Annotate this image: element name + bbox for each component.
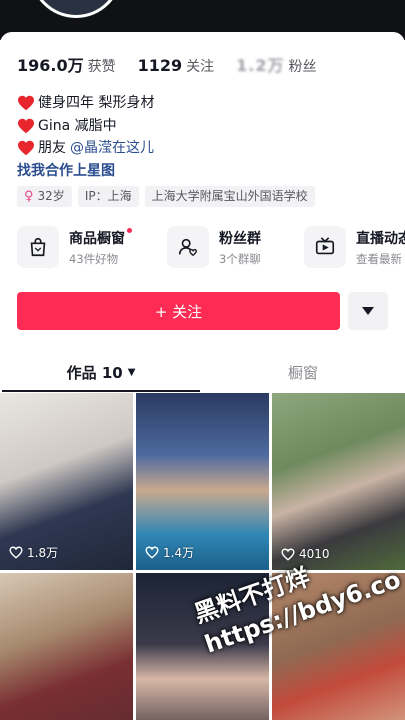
feature-text: 直播动态 查看最新 xyxy=(356,228,405,267)
more-options-button[interactable] xyxy=(348,292,388,330)
profile-tags: ♀ 32岁 IP：上海 上海大学附属宝山外国语学校 xyxy=(17,186,315,207)
feature-title: 直播动态 xyxy=(356,230,405,247)
age-tag: ♀ 32岁 xyxy=(17,186,72,207)
heart-icon xyxy=(18,118,34,134)
feature-row: 商品橱窗 43件好物 粉丝群 3个群聊 直播动态 查看最新 xyxy=(17,226,405,274)
feature-text: 商品橱窗 43件好物 xyxy=(69,227,132,267)
tab-shop-window[interactable]: 橱窗 xyxy=(202,352,404,392)
tab-works[interactable]: 作品 10 ▼ xyxy=(0,352,202,392)
live-tv-icon xyxy=(304,226,346,268)
content-tabs: 作品 10 ▼ 橱窗 xyxy=(0,352,405,392)
heart-icon xyxy=(18,95,34,111)
video-thumbnail[interactable]: 1.4万 xyxy=(136,393,269,570)
bio-text-3: 朋友 xyxy=(38,140,66,156)
followers-label[interactable]: 粉丝 xyxy=(289,56,317,76)
bio-line: 健身四年 梨形身材 xyxy=(17,92,154,115)
heart-icon xyxy=(18,140,34,156)
school-tag[interactable]: 上海大学附属宝山外国语学校 xyxy=(144,186,315,207)
bio-text-1: 健身四年 梨形身材 xyxy=(38,95,155,111)
notification-dot xyxy=(127,227,132,233)
following-count[interactable]: 1129 xyxy=(138,56,183,75)
feature-subtitle: 查看最新 xyxy=(356,251,402,266)
profile-stats: 196.0万 获赞 1129 关注 1.2万 粉丝 xyxy=(17,52,339,76)
bio-mention-link[interactable]: @晶滢在这儿 xyxy=(70,137,154,160)
cooperation-link[interactable]: 找我合作上星图 xyxy=(17,160,154,183)
feature-title: 粉丝群 xyxy=(219,230,261,247)
female-icon: ♀ xyxy=(24,189,34,204)
video-thumbnail[interactable]: 1.8万 xyxy=(0,393,133,570)
feature-subtitle: 43件好物 xyxy=(69,251,119,266)
bio-line: 朋友 @晶滢在这儿 xyxy=(17,137,154,160)
shopping-bag-icon xyxy=(17,226,59,268)
heart-outline-icon xyxy=(9,546,23,559)
active-tab-indicator xyxy=(2,390,200,392)
following-label[interactable]: 关注 xyxy=(186,56,214,76)
tab-works-label: 作品 10 xyxy=(66,363,123,382)
feature-subtitle: 3个群聊 xyxy=(219,251,261,266)
caret-down-icon: ▼ xyxy=(127,366,136,378)
heart-outline-icon xyxy=(145,546,159,559)
likes-label: 获赞 xyxy=(87,59,116,75)
heart-outline-icon xyxy=(281,548,295,561)
ip-tag: IP：上海 xyxy=(77,186,139,207)
profile-bio: 健身四年 梨形身材 Gina 减脂中 朋友 @晶滢在这儿 找我合作上星图 xyxy=(17,92,154,182)
follow-button[interactable]: + 关注 xyxy=(17,292,340,330)
caret-down-icon xyxy=(362,307,374,315)
live-entry[interactable]: 直播动态 查看最新 xyxy=(304,226,405,268)
fan-group-icon xyxy=(167,226,209,268)
like-count: 1.8万 xyxy=(9,544,58,561)
feature-text: 粉丝群 3个群聊 xyxy=(219,228,261,267)
age-text: 32岁 xyxy=(37,189,65,203)
bio-text-2: Gina 减脂中 xyxy=(38,117,117,134)
bio-line: Gina 减脂中 xyxy=(17,115,154,138)
likes-count: 196.0万 xyxy=(17,56,84,75)
feature-title: 商品橱窗 xyxy=(69,227,132,248)
fan-group-entry[interactable]: 粉丝群 3个群聊 xyxy=(167,226,261,268)
video-thumbnail[interactable] xyxy=(0,573,133,720)
followers-count[interactable]: 1.2万 xyxy=(236,52,284,76)
shop-window-entry[interactable]: 商品橱窗 43件好物 xyxy=(17,226,132,268)
like-count: 1.4万 xyxy=(145,544,194,561)
